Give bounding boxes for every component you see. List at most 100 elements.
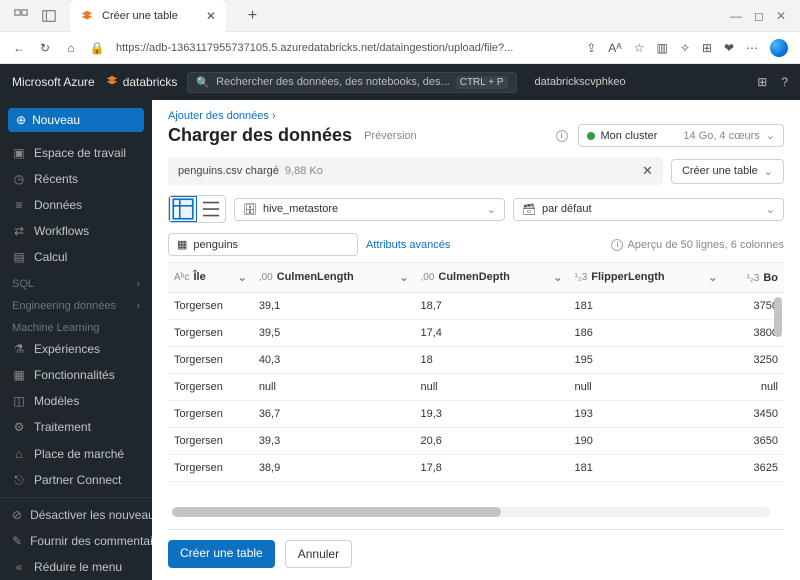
sidebar-item-marketplace[interactable]: ⌂Place de marché xyxy=(0,441,152,467)
url-text[interactable]: https://adb-1363117955737105.5.azuredata… xyxy=(116,42,574,54)
table-icon: ▦ xyxy=(177,238,187,251)
sidebar-item-collapse[interactable]: «Réduire le menu xyxy=(0,554,152,580)
databricks-favicon-icon xyxy=(80,9,94,23)
back-icon[interactable]: ← xyxy=(12,41,26,55)
footer-actions: Créer une table Annuler xyxy=(168,529,784,580)
status-dot-icon xyxy=(587,132,595,140)
sidebar-item-models[interactable]: ◫Modèles xyxy=(0,388,152,414)
data-preview-table: AᵇcÎle⌄ ,00CulmenLength⌄ ,00CulmenDepth⌄… xyxy=(168,262,784,529)
favorites-bar-icon[interactable]: ✧ xyxy=(680,41,690,55)
remove-file-icon[interactable]: ✕ xyxy=(642,163,653,179)
sidebar-item-feedback[interactable]: ✎Fournir des commentai... xyxy=(0,528,152,554)
sidebar-item-partner[interactable]: ⎋Partner Connect xyxy=(0,467,152,493)
schema-select[interactable]: 🗃 par défaut ⌄ xyxy=(513,198,784,221)
catalog-select[interactable]: 🗄 hive_metastore ⌄ xyxy=(234,198,505,221)
file-name: penguins.csv chargé xyxy=(178,165,279,177)
col-header-culmenlength[interactable]: ,00CulmenLength⌄ xyxy=(253,263,415,293)
refresh-icon[interactable]: ↻ xyxy=(38,41,52,55)
share-icon[interactable]: ⇪ xyxy=(586,41,596,55)
help-icon[interactable]: ? xyxy=(781,75,788,89)
performance-icon[interactable]: ❤ xyxy=(724,41,734,55)
clock-icon: ◷ xyxy=(12,172,26,186)
table-row: Torgersen40,3181953250 xyxy=(168,347,784,374)
info-icon[interactable]: i xyxy=(556,130,568,142)
close-window-icon[interactable]: ✕ xyxy=(776,9,786,23)
plug-icon: ⎋ xyxy=(12,473,26,487)
sidebar-item-experiments[interactable]: ⚗Expériences xyxy=(0,336,152,362)
page-title: Charger des données xyxy=(168,125,352,146)
create-table-outline-button[interactable]: Créer une table ⌄ xyxy=(671,159,784,184)
create-table-button[interactable]: Créer une table xyxy=(168,540,275,568)
brand-microsoft: Microsoft Azure xyxy=(12,75,95,89)
global-search[interactable]: 🔍 Rechercher des données, des notebooks,… xyxy=(187,72,516,93)
table-row: Torgersen39,517,41863800 xyxy=(168,320,784,347)
browser-urlbar: ← ↻ ⌂ 🔒 https://adb-1363117955737105.5.a… xyxy=(0,32,800,64)
sidebar-item-data[interactable]: ≡Données xyxy=(0,192,152,218)
cancel-button[interactable]: Annuler xyxy=(285,540,352,568)
sidebar-icon[interactable] xyxy=(42,9,56,23)
database-icon: ≡ xyxy=(12,198,26,212)
new-button[interactable]: ⊕ Nouveau xyxy=(8,108,144,132)
home-icon[interactable]: ⌂ xyxy=(64,41,78,55)
main-pane: Ajouter des données › Charger des donnée… xyxy=(152,100,800,580)
databricks-logo-icon xyxy=(105,74,119,91)
sidebar-item-compute[interactable]: ▤Calcul xyxy=(0,244,152,270)
slash-icon: ⊘ xyxy=(12,508,22,522)
col-header-flipperlength[interactable]: ¹₂3FlipperLength⌄ xyxy=(569,263,724,293)
grid-icon: ▦ xyxy=(12,368,26,382)
col-header-ile[interactable]: AᵇcÎle⌄ xyxy=(168,263,253,293)
minimize-icon[interactable]: ― xyxy=(730,9,742,23)
search-icon: 🔍 xyxy=(196,76,210,89)
collections-icon[interactable]: ▥ xyxy=(656,41,667,55)
server-icon: ▤ xyxy=(12,250,26,264)
read-aloud-icon[interactable]: Aᴬ xyxy=(608,41,621,55)
beaker-icon: ⚗ xyxy=(12,342,26,356)
chevron-down-icon: ⌄ xyxy=(764,165,773,178)
app-bar: Microsoft Azure databricks 🔍 Rechercher … xyxy=(0,64,800,100)
table-name-input[interactable]: ▦ penguins xyxy=(168,233,358,256)
chevron-down-icon: ⌄ xyxy=(487,203,496,216)
brand-databricks: databricks xyxy=(105,74,178,91)
more-icon[interactable]: ⋯ xyxy=(746,41,758,55)
browser-tab[interactable]: Créer une table ✕ xyxy=(70,0,226,32)
lock-icon: 🔒 xyxy=(90,41,104,55)
cluster-select[interactable]: Mon cluster 14 Go, 4 cœurs ⌄ xyxy=(578,124,785,147)
preview-info: i Aperçu de 50 lignes, 6 colonnes xyxy=(611,239,784,251)
sidebar-section-sql[interactable]: SQL › xyxy=(0,270,152,292)
workspace-name[interactable]: databrickscvphkeo xyxy=(535,76,626,88)
table-row: Torgersen39,320,61903650 xyxy=(168,428,784,455)
vertical-scrollbar[interactable] xyxy=(774,297,782,509)
horizontal-scrollbar[interactable] xyxy=(172,507,770,517)
sidebar-item-workspace[interactable]: ▣Espace de travail xyxy=(0,140,152,166)
maximize-icon[interactable]: ◻ xyxy=(754,9,764,23)
chevron-down-icon: ⌄ xyxy=(766,129,775,142)
sidebar-item-serving[interactable]: ⚙Traitement xyxy=(0,414,152,440)
workspaces-icon[interactable] xyxy=(14,9,28,23)
grid-view-toggle[interactable] xyxy=(169,196,197,222)
gift-icon[interactable]: ⊞ xyxy=(757,75,767,89)
sidebar-item-disable-new[interactable]: ⊘Désactiver les nouveau... xyxy=(0,502,152,528)
sidebar-item-recents[interactable]: ◷Récents xyxy=(0,166,152,192)
favorite-icon[interactable]: ☆ xyxy=(634,41,645,55)
col-header-bo[interactable]: ¹₂3Bo xyxy=(723,263,784,293)
chevron-down-icon: ⌄ xyxy=(766,203,775,216)
view-toggle xyxy=(168,195,226,223)
info-icon: i xyxy=(611,239,623,251)
folder-icon: ▣ xyxy=(12,146,26,160)
close-tab-icon[interactable]: ✕ xyxy=(206,9,216,23)
bing-icon[interactable] xyxy=(770,39,788,57)
extensions-icon[interactable]: ⊞ xyxy=(702,41,712,55)
store-icon: ⌂ xyxy=(12,447,26,461)
col-header-culmendepth[interactable]: ,00CulmenDepth⌄ xyxy=(414,263,568,293)
advanced-attributes-link[interactable]: Attributs avancés xyxy=(366,239,450,251)
collapse-icon: « xyxy=(12,560,26,574)
breadcrumb[interactable]: Ajouter des données › xyxy=(168,110,784,122)
schema-icon: 🗃 xyxy=(522,203,536,216)
list-view-toggle[interactable] xyxy=(197,196,225,222)
sidebar-item-features[interactable]: ▦Fonctionnalités xyxy=(0,362,152,388)
sidebar-item-workflows[interactable]: ⇄Workflows xyxy=(0,218,152,244)
sidebar-section-eng[interactable]: Engineering données › xyxy=(0,292,152,314)
browser-titlebar: Créer une table ✕ + ― ◻ ✕ xyxy=(0,0,800,32)
new-tab-button[interactable]: + xyxy=(248,7,257,25)
file-size: 9,88 Ko xyxy=(285,165,323,177)
